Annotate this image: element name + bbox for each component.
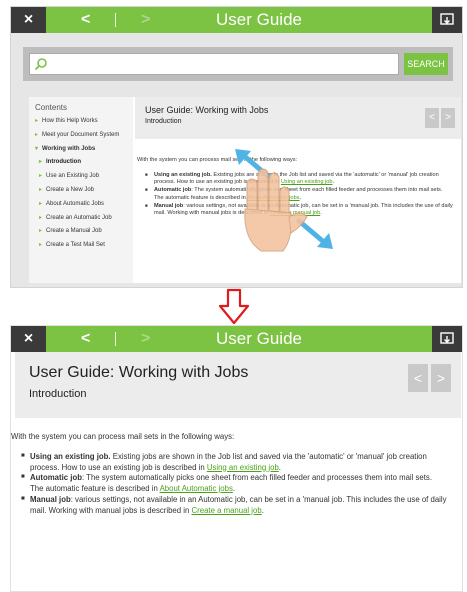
list-item: Automatic job: The system automatically …	[21, 473, 451, 495]
back-button[interactable]: <	[81, 326, 90, 352]
nav-divider	[115, 13, 116, 27]
screen-after-zoom: × < > User Guide User Guide: Working wit…	[10, 325, 463, 592]
zoom-in-arrow-icon	[296, 218, 333, 249]
bullet-end: .	[232, 484, 236, 493]
close-button[interactable]: ×	[11, 326, 46, 352]
page-header: User Guide: Working with Jobs Introducti…	[15, 352, 461, 418]
list-item: Using an existing job. Existing jobs are…	[21, 452, 451, 474]
sidebar-item-how-this-help-works[interactable]: How this Help Works	[35, 118, 129, 126]
app-title: User Guide	[216, 329, 302, 348]
bullet-term: Manual job	[154, 202, 184, 209]
page-title: User Guide: Working with Jobs	[145, 105, 269, 115]
next-page-button[interactable]: >	[441, 108, 455, 128]
sidebar-item-create-a-manual-job[interactable]: Create a Manual Job	[39, 228, 129, 236]
bullet-end: .	[261, 505, 264, 515]
contents-sidebar: Contents How this Help Works Meet your D…	[29, 97, 135, 283]
page-header: User Guide: Working with Jobs Introducti…	[135, 97, 461, 139]
bullet-text: The automatic feature is described in	[30, 484, 160, 493]
sidebar-item-working-with-jobs[interactable]: Working with Jobs	[35, 146, 129, 154]
nav-divider	[115, 332, 116, 346]
page-subtitle: Introduction	[145, 118, 182, 125]
search-input[interactable]	[29, 53, 399, 75]
bullet-term: Automatic job	[154, 187, 192, 194]
back-button[interactable]: <	[81, 7, 90, 33]
forward-button[interactable]: >	[141, 7, 150, 33]
sidebar-item-use-an-existing-job[interactable]: Use an Existing Job	[39, 173, 129, 181]
top-bar: × < > User Guide	[11, 7, 462, 33]
link-using-existing-job[interactable]: Using an existing job	[207, 463, 279, 472]
hand-icon	[244, 168, 308, 252]
sidebar-item-create-an-automatic-job[interactable]: Create an Automatic Job	[39, 215, 129, 223]
pinch-zoom-hand-icon	[235, 149, 333, 252]
prev-page-button[interactable]: <	[408, 364, 428, 392]
bullet-list: Using an existing job. Existing jobs are…	[11, 452, 451, 517]
prev-page-button[interactable]: <	[425, 108, 439, 128]
search-icon	[34, 58, 47, 71]
sidebar-item-create-a-test-mail-set[interactable]: Create a Test Mail Set	[39, 242, 129, 250]
exit-button[interactable]	[432, 7, 462, 33]
list-item: Manual job: various settings, not availa…	[21, 495, 451, 517]
screen-before-zoom: × < > User Guide SEARCH Contents How thi…	[10, 6, 463, 288]
page-subtitle: Introduction	[29, 388, 87, 400]
exit-icon	[440, 332, 454, 344]
bullet-term: Automatic job	[30, 473, 82, 483]
bullet-term: Using an existing job.	[154, 171, 212, 178]
page-title: User Guide: Working with Jobs	[29, 364, 249, 381]
link-about-automatic-jobs[interactable]: About Automatic jobs	[160, 484, 233, 493]
bullet-term: Manual job	[30, 494, 71, 504]
app-title: User Guide	[216, 10, 302, 29]
search-button[interactable]: SEARCH	[404, 53, 448, 75]
forward-button[interactable]: >	[141, 326, 150, 352]
sidebar-item-about-automatic-jobs[interactable]: About Automatic Jobs	[39, 201, 129, 209]
close-button[interactable]: ×	[11, 7, 46, 33]
next-page-button[interactable]: >	[431, 364, 451, 392]
sidebar-item-introduction[interactable]: Introduction	[39, 159, 129, 167]
sidebar-title: Contents	[35, 103, 68, 112]
link-create-manual-job[interactable]: Create a manual job	[192, 506, 262, 515]
exit-button[interactable]	[432, 326, 462, 352]
search-bar: SEARCH	[23, 47, 453, 81]
exit-icon	[440, 13, 454, 25]
bullet-text: : The system automatically picks one she…	[81, 473, 432, 483]
top-bar: × < > User Guide	[11, 326, 462, 352]
page-body: With the system you can process mail set…	[11, 432, 451, 516]
down-arrow-icon	[218, 288, 250, 325]
bullet-end: .	[278, 462, 281, 472]
page-nav-arrows: < >	[423, 107, 455, 128]
sidebar-item-meet-your-document-system[interactable]: Meet your Document System	[35, 132, 129, 140]
page-nav-arrows: < >	[405, 364, 451, 392]
intro-text: With the system you can process mail set…	[11, 432, 235, 441]
sidebar-item-create-a-new-job[interactable]: Create a New Job	[39, 187, 129, 195]
bullet-term: Using an existing job.	[30, 451, 111, 461]
